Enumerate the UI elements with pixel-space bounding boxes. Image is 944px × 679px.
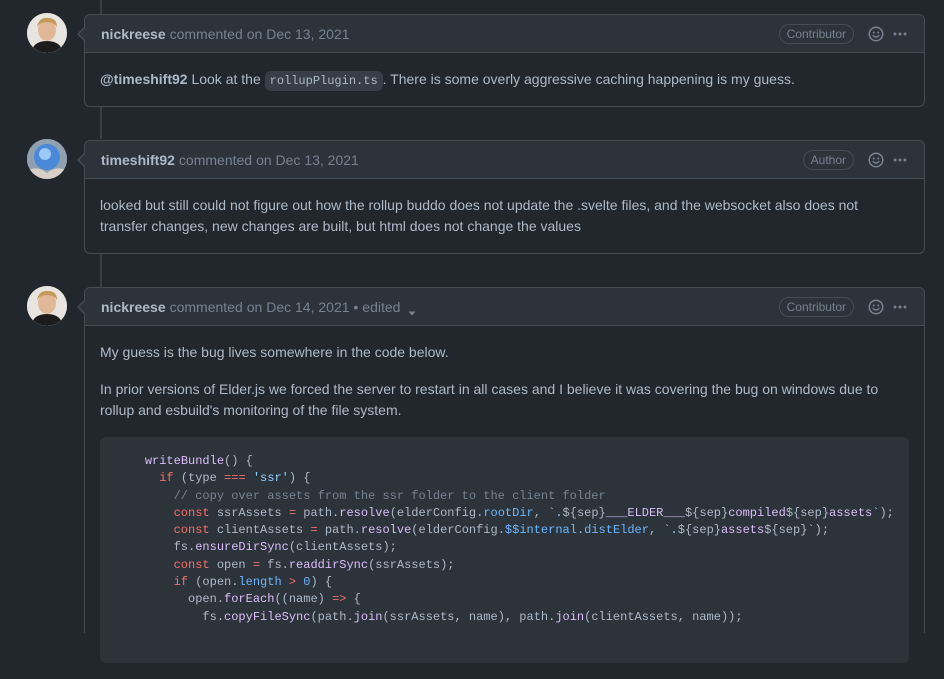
comment-card: nickreese commented on Dec 13, 2021 Cont… [77,14,925,108]
comment-text: looked but still could not figure out ho… [100,197,859,234]
comment-timestamp[interactable]: on Dec 14, 2021 [247,299,350,315]
code-line: const open = fs.readdirSync(ssrAssets); [173,557,455,572]
code-line: if (type === 'ssr') { [159,471,311,486]
comment-card: nickreese commented on Dec 14, 2021 • ed… [77,287,925,663]
user-mention[interactable]: @timeshift92 [100,71,188,87]
timeline-connector [100,0,102,14]
comment-text: In prior versions of Elder.js we forced … [100,381,879,418]
comment-body: @timeshift92 Look at the rollupPlugin.ts… [85,53,924,108]
comment-action: commented [169,298,243,315]
code-line: // copy over assets from the ssr folder … [173,488,606,503]
comment-header: nickreese commented on Dec 14, 2021 • ed… [85,288,924,326]
comment-author[interactable]: nickreese [101,299,166,315]
comment-header: nickreese commented on Dec 13, 2021 Cont… [85,15,924,53]
avatar-nickreese[interactable] [27,286,67,326]
code-line: fs.copyFileSync(path.join(ssrAssets, nam… [116,609,743,624]
kebab-horizontal-icon[interactable] [892,152,908,168]
avatar-image [27,286,67,326]
comment-action: commented [178,151,253,168]
comment-text: My guess is the bug lives somewhere in t… [100,344,449,360]
code-line: const ssrAssets = path.resolve(elderConf… [173,505,894,520]
code-line: open.forEach((name) => { [116,592,361,607]
avatar-image [27,139,67,179]
inline-code: rollupPlugin.ts [264,71,383,91]
edited-label: • edited [353,298,401,315]
code-line: fs.ensureDirSync(clientAssets); [116,540,397,555]
smiley-icon[interactable] [868,26,884,42]
comment-card: timeshift92 commented on Dec 13, 2021 Au… [77,140,925,254]
edited-dropdown[interactable]: • edited [353,298,417,316]
comment-header: timeshift92 commented on Dec 13, 2021 Au… [85,141,924,179]
triangle-down-icon [408,304,416,316]
comment-body: looked but still could not figure out ho… [85,179,924,253]
timeline-connector [100,107,102,139]
contributor-badge: Contributor [778,296,854,317]
timeline-connector [100,254,102,287]
avatar-nickreese[interactable] [27,13,67,53]
avatar-timeshift92[interactable] [27,139,67,179]
avatar-image [27,13,67,53]
contributor-badge: Contributor [778,23,854,44]
comment-timestamp[interactable]: on Dec 13, 2021 [247,26,350,42]
kebab-horizontal-icon[interactable] [892,26,908,42]
code-line: writeBundle() { [144,454,253,468]
code-line: if (open.length > 0) { [173,575,333,590]
comment-author[interactable]: nickreese [101,26,166,42]
code-block: writeBundle() { if (type === 'ssr') { //… [100,437,909,663]
comment-body: My guess is the bug lives somewhere in t… [85,326,924,679]
comment-action: commented [169,25,243,42]
comment-text: . There is some overly aggressive cachin… [382,71,795,87]
smiley-icon[interactable] [868,152,884,168]
author-badge: Author [802,149,854,170]
comment-author[interactable]: timeshift92 [101,152,175,168]
comment-text: Look at the [187,71,265,87]
smiley-icon[interactable] [868,299,884,315]
kebab-horizontal-icon[interactable] [892,299,908,315]
comment-timestamp[interactable]: on Dec 13, 2021 [256,152,359,168]
code-line: const clientAssets = path.resolve(elderC… [173,523,830,538]
